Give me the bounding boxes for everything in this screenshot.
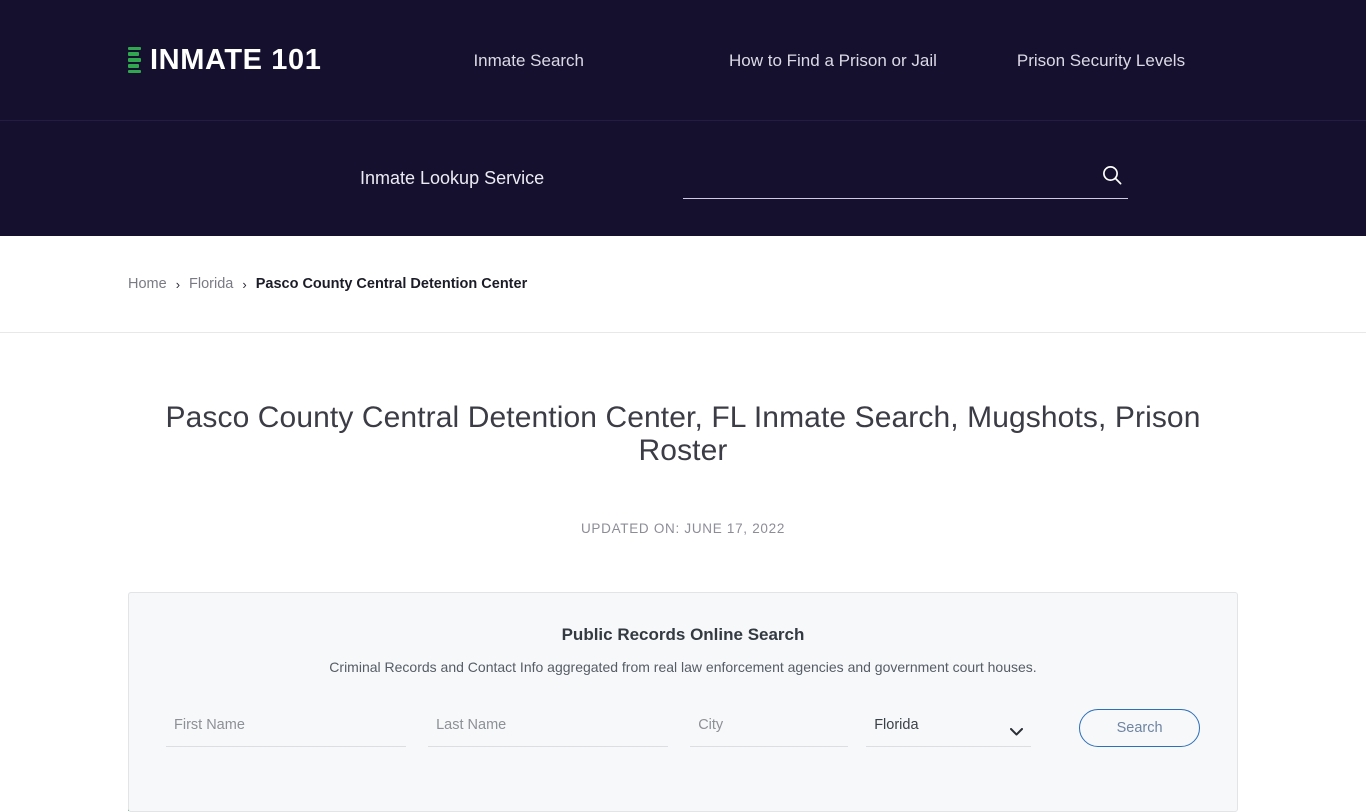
prison-bars-icon [128,46,141,74]
search-icon [1103,166,1122,185]
page-title-section: Pasco County Central Detention Center, F… [0,333,1366,811]
updated-date: UPDATED ON: JUNE 17, 2022 [580,521,786,536]
state-select-wrapper: Florida [866,710,1032,747]
nav-item-prison-security-levels[interactable]: Prison Security Levels [1017,52,1185,69]
nav-item-inmate-search[interactable]: Inmate Search [473,52,584,69]
page-title: Pasco County Central Detention Center, F… [165,401,1201,467]
first-name-input[interactable] [166,710,407,747]
city-input[interactable] [690,710,849,747]
site-logo[interactable]: INMATE 101 [128,43,322,76]
chevron-right-icon: › [242,276,247,292]
public-records-search-form: Florida Search [129,709,1237,747]
public-records-search-button[interactable]: Search [1079,709,1200,747]
breadcrumb: Home › Florida › Pasco County Central De… [128,276,527,292]
site-header: INMATE 101 Inmate Search How to Find a P… [0,0,1366,121]
inmate-lookup-search-input[interactable] [683,159,1083,197]
breadcrumb-item-home[interactable]: Home [128,276,167,292]
chevron-right-icon: › [175,276,181,292]
card-subtitle: Criminal Records and Contact Info aggreg… [329,659,1037,675]
breadcrumb-current: Pasco County Central Detention Center [255,276,528,292]
hero-label: Inmate Lookup Service [360,168,545,188]
logo-text: INMATE 101 [150,43,322,76]
state-select[interactable]: Florida [866,710,1032,747]
hero-search-button[interactable] [1098,161,1126,189]
last-name-input[interactable] [428,710,669,747]
card-title: Public Records Online Search [561,625,805,644]
main-navigation: Inmate Search How to Find a Prison or Ja… [473,52,1185,69]
hero-search-field-wrapper [683,159,1128,199]
nav-item-how-to-find-a-prison-or-jail[interactable]: How to Find a Prison or Jail [729,52,937,69]
hero-search-bar: Inmate Lookup Service [0,121,1366,236]
breadcrumb-bar: Home › Florida › Pasco County Central De… [0,236,1366,333]
breadcrumb-item-florida[interactable]: Florida [189,276,233,292]
public-records-card: Public Records Online Search Criminal Re… [128,592,1238,812]
